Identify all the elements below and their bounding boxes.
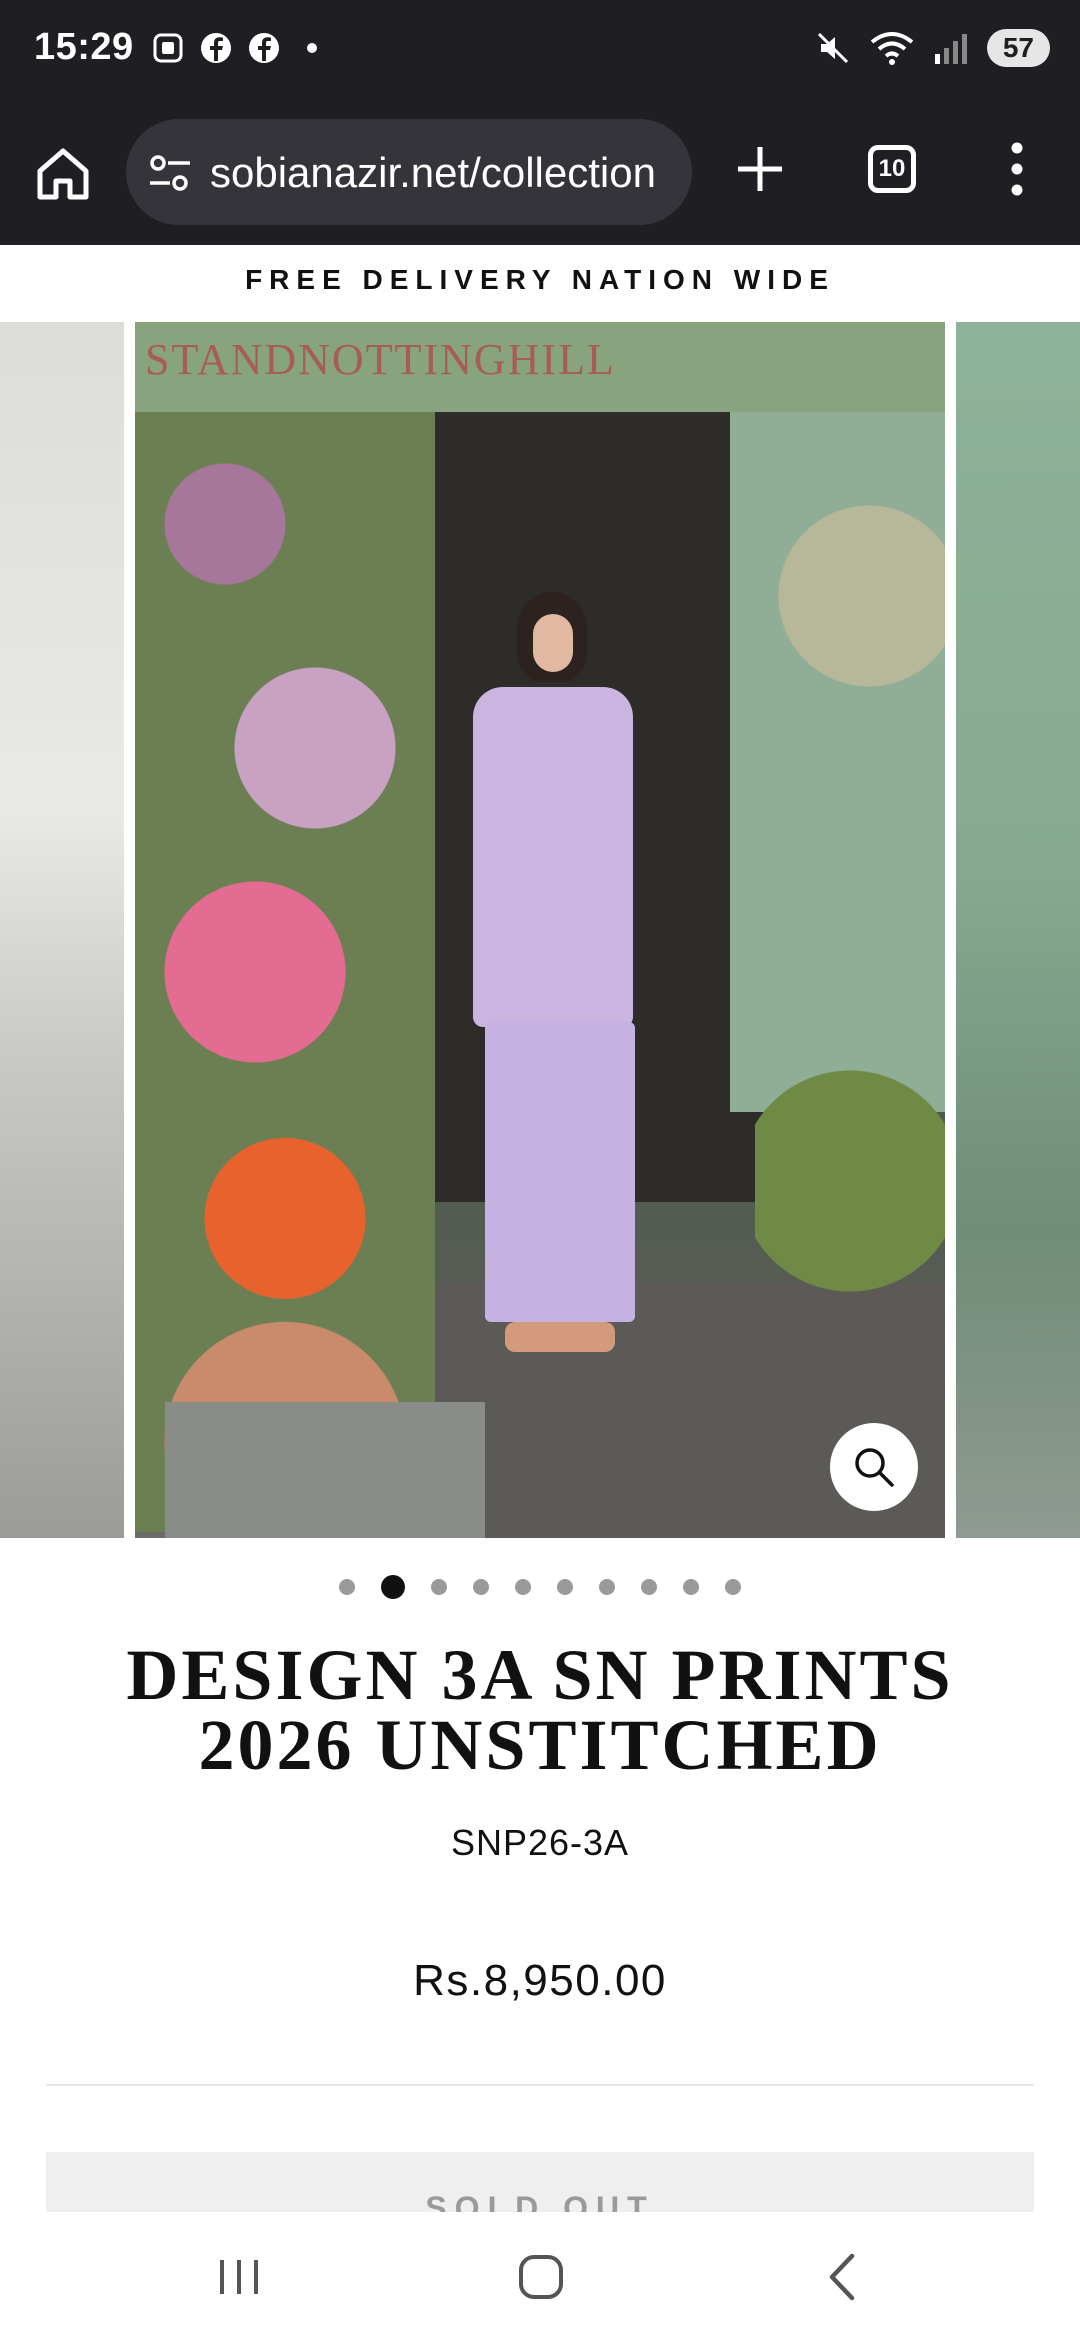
promo-banner: FREE DELIVERY NATION WIDE	[0, 245, 1080, 321]
plant-display	[755, 362, 945, 1532]
gallery-pagination[interactable]	[0, 1572, 1080, 1602]
back-icon[interactable]	[808, 2242, 878, 2312]
browser-toolbar: sobianazir.net/collection 10	[0, 105, 1080, 245]
system-icons: 57	[813, 28, 1050, 68]
pagination-dot[interactable]	[515, 1579, 531, 1595]
pagination-dot[interactable]	[473, 1579, 489, 1595]
model-face	[533, 614, 573, 672]
pagination-dot[interactable]	[599, 1579, 615, 1595]
divider	[46, 2084, 1034, 2086]
pagination-dot[interactable]	[683, 1579, 699, 1595]
home-nav-icon[interactable]	[506, 2242, 576, 2312]
gallery-slide-current[interactable]: STANDNOTTINGHILL	[135, 322, 945, 1538]
pagination-dot-active[interactable]	[381, 1575, 405, 1599]
pagination-dot[interactable]	[641, 1579, 657, 1595]
pagination-dot[interactable]	[725, 1579, 741, 1595]
pagination-dot[interactable]	[339, 1579, 355, 1595]
site-settings-icon[interactable]	[148, 153, 192, 193]
address-bar[interactable]: sobianazir.net/collection	[126, 119, 692, 225]
flower-display	[135, 412, 435, 1532]
tab-switcher-button[interactable]: 10	[868, 145, 916, 193]
pagination-dot[interactable]	[431, 1579, 447, 1595]
gallery-slide-previous[interactable]	[0, 322, 124, 1538]
wifi-icon	[870, 32, 914, 65]
dot-icon	[294, 30, 330, 66]
model-trousers	[485, 1022, 635, 1322]
signal-icon	[934, 34, 967, 64]
new-tab-icon[interactable]	[732, 141, 788, 197]
clock: 15:29	[34, 26, 134, 68]
notification-icons	[150, 30, 330, 66]
product-gallery[interactable]: STANDNOTTINGHILL	[0, 322, 1080, 1538]
home-icon[interactable]	[32, 143, 94, 205]
product-title: DESIGN 3A SN PRINTS 2026 UNSTITCHED	[126, 1635, 954, 1785]
recent-apps-icon[interactable]	[204, 2242, 274, 2312]
gallery-slide-next[interactable]	[956, 322, 1080, 1538]
screenshot-icon	[150, 30, 186, 66]
mute-icon	[817, 32, 848, 64]
flower-buckets	[165, 1402, 485, 1538]
model-figure	[455, 592, 645, 1392]
status-bar: 15:29 57	[0, 0, 1080, 105]
more-options-icon[interactable]	[1010, 141, 1024, 197]
facebook-icon	[246, 30, 282, 66]
pagination-dot[interactable]	[557, 1579, 573, 1595]
battery-indicator: 57	[986, 29, 1050, 67]
zoom-button[interactable]	[830, 1423, 918, 1511]
system-navigation-bar	[0, 2212, 1080, 2340]
product-sku: SNP26-3A	[450, 1822, 630, 1863]
search-icon	[855, 1448, 894, 1487]
model-kurta	[473, 687, 633, 1027]
url-text: sobianazir.net/collection	[210, 149, 656, 196]
facebook-icon	[198, 30, 234, 66]
product-price: Rs.8,950.00	[413, 1956, 667, 2005]
model-sandals	[505, 1322, 615, 1352]
shop-sign-text: STANDNOTTINGHILL	[145, 335, 616, 384]
